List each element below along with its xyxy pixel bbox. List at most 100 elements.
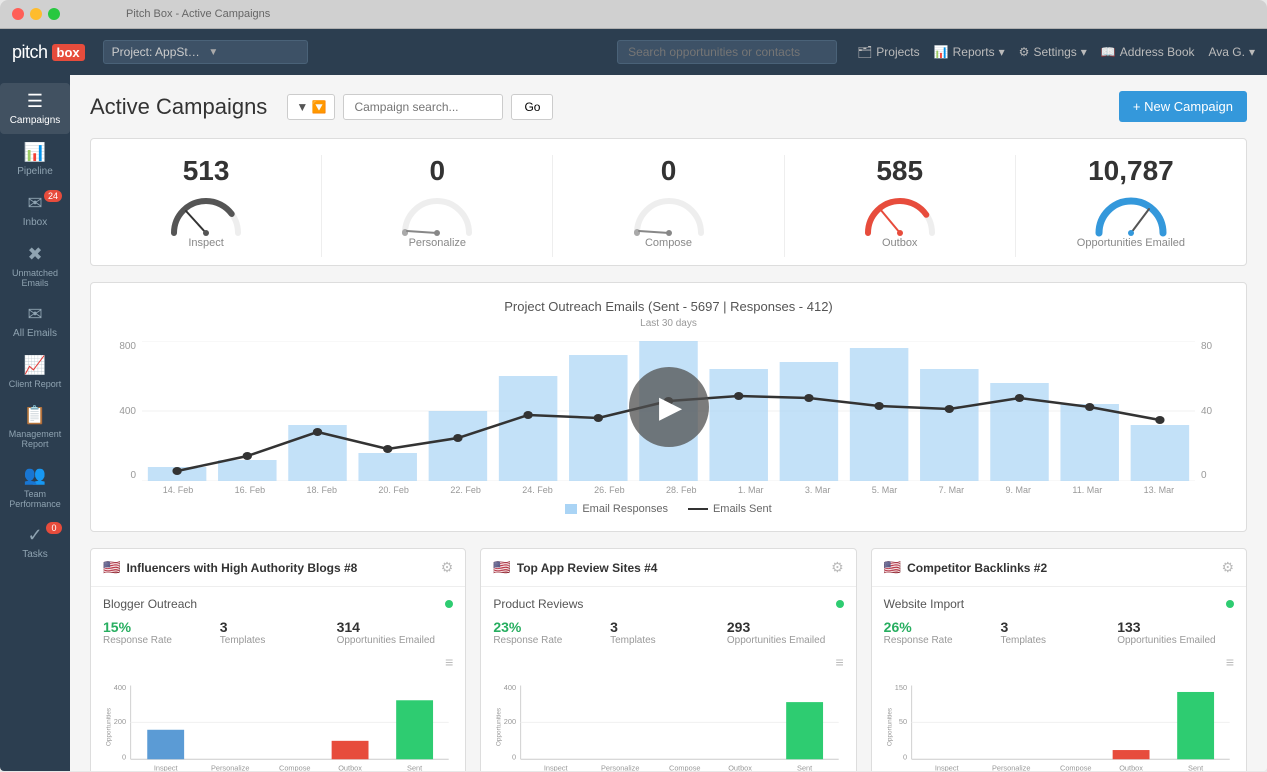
global-search-input[interactable] — [617, 40, 837, 64]
card-3-response-rate: 26% Response Rate — [884, 619, 1001, 646]
inspect-count: 513 — [183, 155, 230, 187]
campaign-card-1: 🇺🇸 Influencers with High Authority Blogs… — [90, 548, 466, 771]
client-report-icon: 📈 — [24, 355, 46, 376]
opportunities-value-2: 293 — [727, 619, 844, 635]
chevron-down-icon: ▼ — [208, 47, 299, 58]
video-play-button[interactable]: ▶ — [629, 367, 709, 447]
compose-gauge — [629, 193, 709, 237]
svg-text:Inspect: Inspect — [934, 763, 958, 771]
nav-reports[interactable]: 📊 Reports ▾ — [934, 45, 1005, 59]
sidebar-item-team-performance[interactable]: 👥 Team Performance — [0, 457, 70, 517]
svg-text:Opportunities: Opportunities — [886, 708, 893, 746]
window-title: Pitch Box - Active Campaigns — [126, 8, 270, 20]
sidebar-item-pipeline[interactable]: 📊 Pipeline — [0, 134, 70, 185]
sidebar-item-campaigns[interactable]: ☰ Campaigns — [0, 83, 70, 134]
card-3-settings-icon[interactable]: ⚙ — [1221, 559, 1234, 576]
svg-text:0: 0 — [122, 752, 126, 761]
card-3-templates: 3 Templates — [1000, 619, 1117, 646]
sidebar-item-management-report[interactable]: 📋 Management Report — [0, 397, 70, 457]
chart-y-axis-left: 800 400 0 — [107, 341, 142, 481]
app-body: ☰ Campaigns 📊 Pipeline ✉ Inbox 24 ✖ Unma… — [0, 75, 1267, 771]
card-1-settings-icon[interactable]: ⚙ — [441, 559, 454, 576]
main-content: Active Campaigns ▼ 🔽 Go + New Campaign 5… — [70, 75, 1267, 771]
campaign-search-input[interactable] — [343, 94, 503, 120]
legend-line-icon — [688, 508, 708, 510]
team-performance-icon: 👥 — [24, 465, 46, 486]
sidebar-item-client-report[interactable]: 📈 Client Report — [0, 347, 70, 397]
svg-text:Outbox: Outbox — [729, 763, 753, 771]
svg-text:400: 400 — [504, 683, 516, 692]
sidebar-item-tasks[interactable]: ✓ Tasks 0 — [0, 517, 70, 568]
filter-button[interactable]: ▼ 🔽 — [287, 94, 335, 120]
stat-opportunities: 10,787 Opportunities Emailed — [1016, 155, 1246, 257]
top-nav: pitch box Project: AppStars Influencer O… — [0, 29, 1267, 75]
personalize-gauge — [397, 193, 477, 237]
card-3-header: 🇺🇸 Competitor Backlinks #2 ⚙ — [872, 549, 1246, 587]
chart-menu-icon-2[interactable]: ≡ — [835, 654, 843, 670]
legend-bar-icon — [565, 504, 577, 514]
project-selector[interactable]: Project: AppStars Influencer O... ▼ — [103, 40, 308, 64]
play-icon: ▶ — [659, 390, 682, 425]
svg-text:Inspect: Inspect — [154, 763, 178, 771]
personalize-label: Personalize — [409, 237, 466, 249]
unmatched-icon: ✖ — [27, 244, 42, 265]
campaign-name-1: Blogger Outreach — [103, 597, 197, 611]
card-3-body: Website Import 26% Response Rate 3 Templ… — [872, 587, 1246, 771]
chart-menu-icon-1[interactable]: ≡ — [445, 654, 453, 670]
inspect-label: Inspect — [188, 237, 223, 249]
nav-settings[interactable]: ⚙ Settings ▾ — [1019, 45, 1087, 59]
card-1-chart: ≡ 400 200 0 — [103, 654, 453, 771]
page-title: Active Campaigns — [90, 94, 267, 120]
maximize-button[interactable] — [48, 8, 60, 20]
card-1-response-rate: 15% Response Rate — [103, 619, 220, 646]
stat-outbox: 585 Outbox — [785, 155, 1016, 257]
campaign-name-row-1: Blogger Outreach — [103, 597, 453, 611]
minimize-button[interactable] — [30, 8, 42, 20]
card-1-chart-header: ≡ — [103, 654, 453, 670]
sidebar-item-unmatched[interactable]: ✖ Unmatched Emails — [0, 236, 70, 296]
app-container: pitch box Project: AppStars Influencer O… — [0, 29, 1267, 771]
svg-text:200: 200 — [504, 717, 516, 726]
all-emails-icon: ✉ — [27, 304, 42, 325]
card-2-opportunities: 293 Opportunities Emailed — [727, 619, 844, 646]
status-dot-3 — [1226, 600, 1234, 608]
sidebar-item-inbox[interactable]: ✉ Inbox 24 — [0, 185, 70, 236]
svg-text:Compose: Compose — [279, 763, 311, 771]
outbox-label: Outbox — [882, 237, 917, 249]
card-2-templates: 3 Templates — [610, 619, 727, 646]
svg-text:0: 0 — [512, 752, 516, 761]
outbox-count: 585 — [876, 155, 923, 187]
nav-projects[interactable]: 🗂 Projects — [857, 45, 920, 59]
nav-address-book[interactable]: 📖 Address Book — [1101, 45, 1195, 59]
templates-value-3: 3 — [1000, 619, 1117, 635]
sidebar-item-all-emails[interactable]: ✉ All Emails — [0, 296, 70, 347]
card-2-body: Product Reviews 23% Response Rate 3 Temp… — [481, 587, 855, 771]
chart-menu-icon-3[interactable]: ≡ — [1226, 654, 1234, 670]
stat-personalize: 0 Personalize — [322, 155, 553, 257]
campaign-card-3: 🇺🇸 Competitor Backlinks #2 ⚙ Website Imp… — [871, 548, 1247, 771]
card-2-settings-icon[interactable]: ⚙ — [831, 559, 844, 576]
opportunities-value-1: 314 — [337, 619, 454, 635]
chart-subtitle: Last 30 days — [107, 318, 1230, 329]
logo: pitch box — [12, 42, 85, 63]
card-1-opportunities: 314 Opportunities Emailed — [337, 619, 454, 646]
personalize-count: 0 — [430, 155, 446, 187]
inbox-badge: 24 — [44, 190, 62, 202]
card-1-body: Blogger Outreach 15% Response Rate 3 Tem… — [91, 587, 465, 771]
campaign-name-2: Product Reviews — [493, 597, 583, 611]
management-report-icon: 📋 — [24, 405, 46, 426]
card-2-stats: 23% Response Rate 3 Templates 293 Opport… — [493, 619, 843, 646]
flag-icon-3: 🇺🇸 — [884, 559, 901, 576]
svg-text:0: 0 — [903, 752, 907, 761]
go-button[interactable]: Go — [511, 94, 553, 120]
status-dot-1 — [445, 600, 453, 608]
close-button[interactable] — [12, 8, 24, 20]
nav-user[interactable]: Ava G. ▾ — [1209, 45, 1256, 59]
new-campaign-button[interactable]: + New Campaign — [1119, 91, 1247, 122]
card-1-templates: 3 Templates — [220, 619, 337, 646]
card-2-title: Top App Review Sites #4 — [517, 561, 825, 575]
card-3-stats: 26% Response Rate 3 Templates 133 Opport… — [884, 619, 1234, 646]
opportunities-count: 10,787 — [1088, 155, 1174, 187]
card-2-chart: ≡ 400 200 0 Inspect — [493, 654, 843, 771]
campaign-card-2: 🇺🇸 Top App Review Sites #4 ⚙ Product Rev… — [480, 548, 856, 771]
